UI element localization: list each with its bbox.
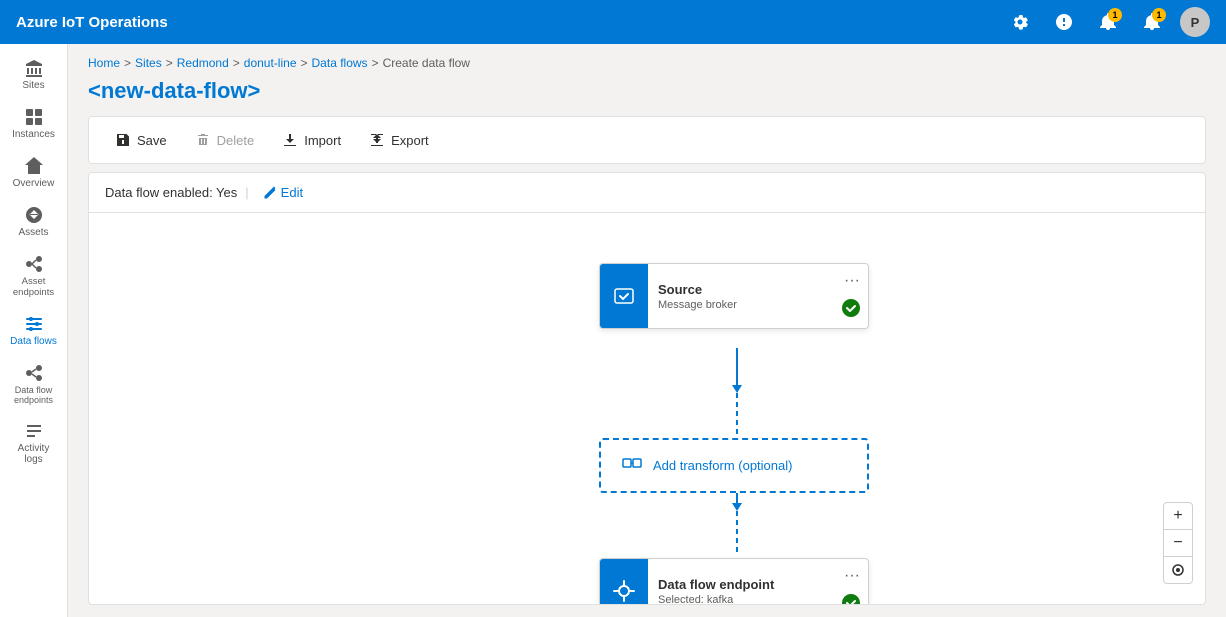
sidebar-label-overview: Overview (13, 178, 55, 189)
source-node-subtitle: Message broker (658, 299, 826, 311)
flow-card: Data flow enabled: Yes | Edit (88, 172, 1206, 605)
source-node-icon (600, 264, 648, 328)
sidebar-label-asset-endpoints: Asset endpoints (8, 276, 60, 298)
gear-icon (1011, 13, 1029, 31)
sidebar-label-instances: Instances (12, 129, 55, 140)
transform-svg-icon (621, 452, 643, 474)
source-node[interactable]: Source Message broker ··· (599, 263, 869, 329)
sidebar-item-instances[interactable]: Instances (4, 101, 64, 146)
sidebar-label-sites: Sites (22, 80, 44, 91)
alert-button[interactable]: 1 (1136, 6, 1168, 38)
toolbar: Save Delete Import Export (88, 116, 1206, 164)
page-title: <new-data-flow> (88, 78, 1206, 104)
main-layout: Sites Instances Overview Assets (0, 44, 1226, 617)
notification-badge: 1 (1108, 8, 1122, 22)
delete-icon (195, 132, 211, 148)
flow-canvas[interactable]: Source Message broker ··· (89, 213, 1205, 604)
sidebar-label-assets: Assets (18, 227, 48, 238)
zoom-in-button[interactable]: + (1164, 503, 1192, 529)
sidebar: Sites Instances Overview Assets (0, 44, 68, 617)
delete-button[interactable]: Delete (185, 127, 265, 153)
overview-icon (24, 156, 44, 176)
header-icons: 1 1 P (1004, 6, 1210, 38)
transform-node[interactable]: Add transform (optional) (599, 438, 869, 493)
sidebar-label-data-flows: Data flows (10, 336, 57, 347)
sidebar-item-data-flows[interactable]: Data flows (4, 308, 64, 353)
destination-node-subtitle: Selected: kafka (658, 594, 826, 605)
sidebar-item-assets[interactable]: Assets (4, 199, 64, 244)
sidebar-item-overview[interactable]: Overview (4, 150, 64, 195)
source-node-more[interactable]: ··· (836, 268, 868, 294)
destination-node-icon (600, 559, 648, 604)
sites-icon (24, 58, 44, 78)
instances-icon (24, 107, 44, 127)
dest-check-icon (842, 594, 860, 604)
destination-node[interactable]: Data flow endpoint Selected: kafka ··· (599, 558, 869, 604)
data-flow-endpoints-icon (24, 363, 44, 383)
app-header: Azure IoT Operations 1 1 P (0, 0, 1226, 44)
sidebar-item-activity-logs[interactable]: Activity logs (4, 415, 64, 471)
save-button[interactable]: Save (105, 127, 177, 153)
destination-node-title: Data flow endpoint (658, 577, 826, 592)
data-flows-icon (24, 314, 44, 334)
avatar[interactable]: P (1180, 7, 1210, 37)
zoom-controls: + − (1163, 502, 1193, 584)
endpoint-icon (612, 579, 636, 603)
import-icon (282, 132, 298, 148)
source-icon (612, 284, 636, 308)
export-button[interactable]: Export (359, 127, 439, 153)
destination-node-more[interactable]: ··· (836, 563, 868, 589)
export-icon (369, 132, 385, 148)
app-title: Azure IoT Operations (16, 14, 1004, 31)
breadcrumb-current: Create data flow (383, 56, 470, 70)
breadcrumb: Home > Sites > Redmond > donut-line > Da… (88, 56, 1206, 70)
notification-button[interactable]: 1 (1092, 6, 1124, 38)
source-node-title: Source (658, 282, 826, 297)
source-node-check (842, 299, 860, 322)
edit-button[interactable]: Edit (257, 183, 309, 202)
sidebar-label-data-flow-endpoints: Data flow endpoints (8, 385, 60, 405)
sidebar-item-sites[interactable]: Sites (4, 52, 64, 97)
edit-icon (263, 186, 277, 200)
settings-button[interactable] (1004, 6, 1036, 38)
alert-badge: 1 (1152, 8, 1166, 22)
breadcrumb-home[interactable]: Home (88, 56, 120, 70)
transform-icon (621, 452, 643, 479)
breadcrumb-donut-line[interactable]: donut-line (244, 56, 297, 70)
destination-node-check (842, 594, 860, 604)
zoom-out-button[interactable]: − (1164, 530, 1192, 556)
destination-node-content: Data flow endpoint Selected: kafka (648, 569, 836, 605)
flow-status-bar: Data flow enabled: Yes | Edit (89, 173, 1205, 213)
breadcrumb-sites[interactable]: Sites (135, 56, 162, 70)
transform-label: Add transform (optional) (653, 458, 792, 473)
sidebar-item-data-flow-endpoints[interactable]: Data flow endpoints (4, 357, 64, 411)
source-node-content: Source Message broker (648, 274, 836, 319)
breadcrumb-redmond[interactable]: Redmond (177, 56, 229, 70)
import-button[interactable]: Import (272, 127, 351, 153)
zoom-reset-icon (1171, 563, 1185, 577)
sidebar-item-asset-endpoints[interactable]: Asset endpoints (4, 248, 64, 304)
flow-status-label: Data flow enabled: Yes (105, 185, 237, 200)
help-icon (1055, 13, 1073, 31)
breadcrumb-data-flows[interactable]: Data flows (312, 56, 368, 70)
sidebar-label-activity-logs: Activity logs (8, 443, 60, 465)
help-button[interactable] (1048, 6, 1080, 38)
activity-logs-icon (24, 421, 44, 441)
assets-icon (24, 205, 44, 225)
check-icon (842, 299, 860, 317)
content-area: Home > Sites > Redmond > donut-line > Da… (68, 44, 1226, 617)
save-icon (115, 132, 131, 148)
asset-endpoints-icon (24, 254, 44, 274)
zoom-reset-button[interactable] (1164, 557, 1192, 583)
